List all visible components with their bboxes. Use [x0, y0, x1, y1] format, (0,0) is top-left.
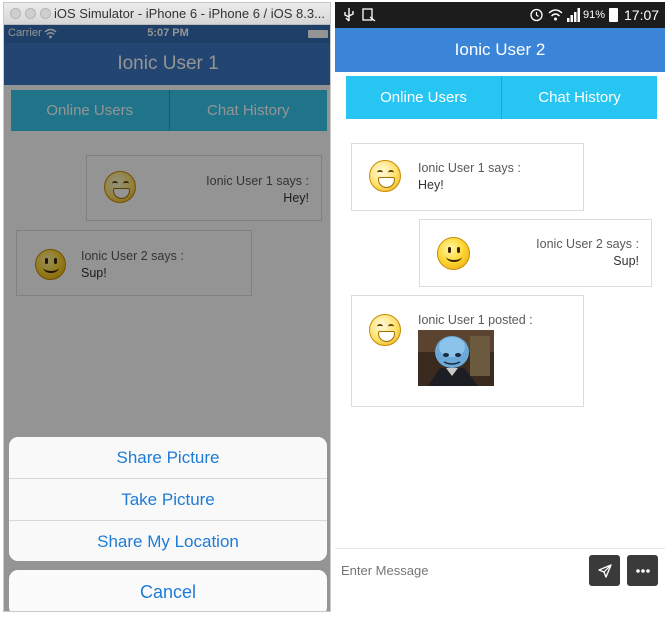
message-composer [335, 548, 665, 612]
take-picture-button[interactable]: Take Picture [9, 479, 327, 521]
message-input[interactable] [341, 557, 581, 583]
more-icon [635, 568, 650, 573]
share-location-button[interactable]: Share My Location [9, 521, 327, 561]
message-text: Hey! [418, 178, 444, 192]
action-sheet: Share Picture Take Picture Share My Loca… [9, 437, 327, 561]
battery-percent: 91% [583, 9, 606, 21]
wifi-icon [548, 9, 563, 21]
chat-message: Ionic User 1 says : Hey! [351, 143, 584, 211]
tab-bar: Online Users Chat History [346, 76, 657, 119]
ios-simulator-window: iOS Simulator - iPhone 6 - iPhone 6 / iO… [3, 2, 331, 612]
share-picture-button[interactable]: Share Picture [9, 437, 327, 479]
posted-picture[interactable] [418, 330, 494, 386]
more-button[interactable] [627, 555, 658, 586]
tab-online-users[interactable]: Online Users [346, 76, 501, 119]
smiling-face-icon [437, 237, 470, 270]
close-window-button[interactable] [10, 8, 21, 19]
chat-message: Ionic User 1 posted : [351, 295, 584, 407]
message-author: Ionic User 1 posted : [418, 313, 533, 327]
send-button[interactable] [589, 555, 620, 586]
page-title: Ionic User 2 [335, 28, 665, 72]
send-icon [597, 563, 612, 578]
minimize-window-button[interactable] [25, 8, 36, 19]
status-time: 17:07 [624, 7, 660, 23]
battery-icon [609, 8, 618, 22]
android-screen: 91% 17:07 Ionic User 2 Online Users Chat… [335, 2, 665, 612]
message-author: Ionic User 2 says : [536, 237, 639, 251]
tab-chat-history[interactable]: Chat History [501, 76, 657, 119]
zoom-window-button[interactable] [40, 8, 51, 19]
cancel-button[interactable]: Cancel [9, 570, 327, 611]
usb-icon [344, 8, 354, 22]
signal-icon [567, 8, 580, 22]
window-title: iOS Simulator - iPhone 6 - iPhone 6 / iO… [54, 6, 325, 21]
grinning-face-icon [369, 160, 401, 192]
alarm-icon [530, 8, 543, 22]
message-author: Ionic User 1 says : [418, 161, 521, 175]
grinning-face-icon [369, 314, 401, 346]
android-status-bar: 91% 17:07 [335, 2, 665, 28]
message-text: Sup! [613, 254, 639, 268]
simulator-title-bar: iOS Simulator - iPhone 6 - iPhone 6 / iO… [4, 3, 330, 25]
chat-message: Ionic User 2 says : Sup! [419, 219, 652, 287]
screenshot-icon [362, 8, 376, 22]
